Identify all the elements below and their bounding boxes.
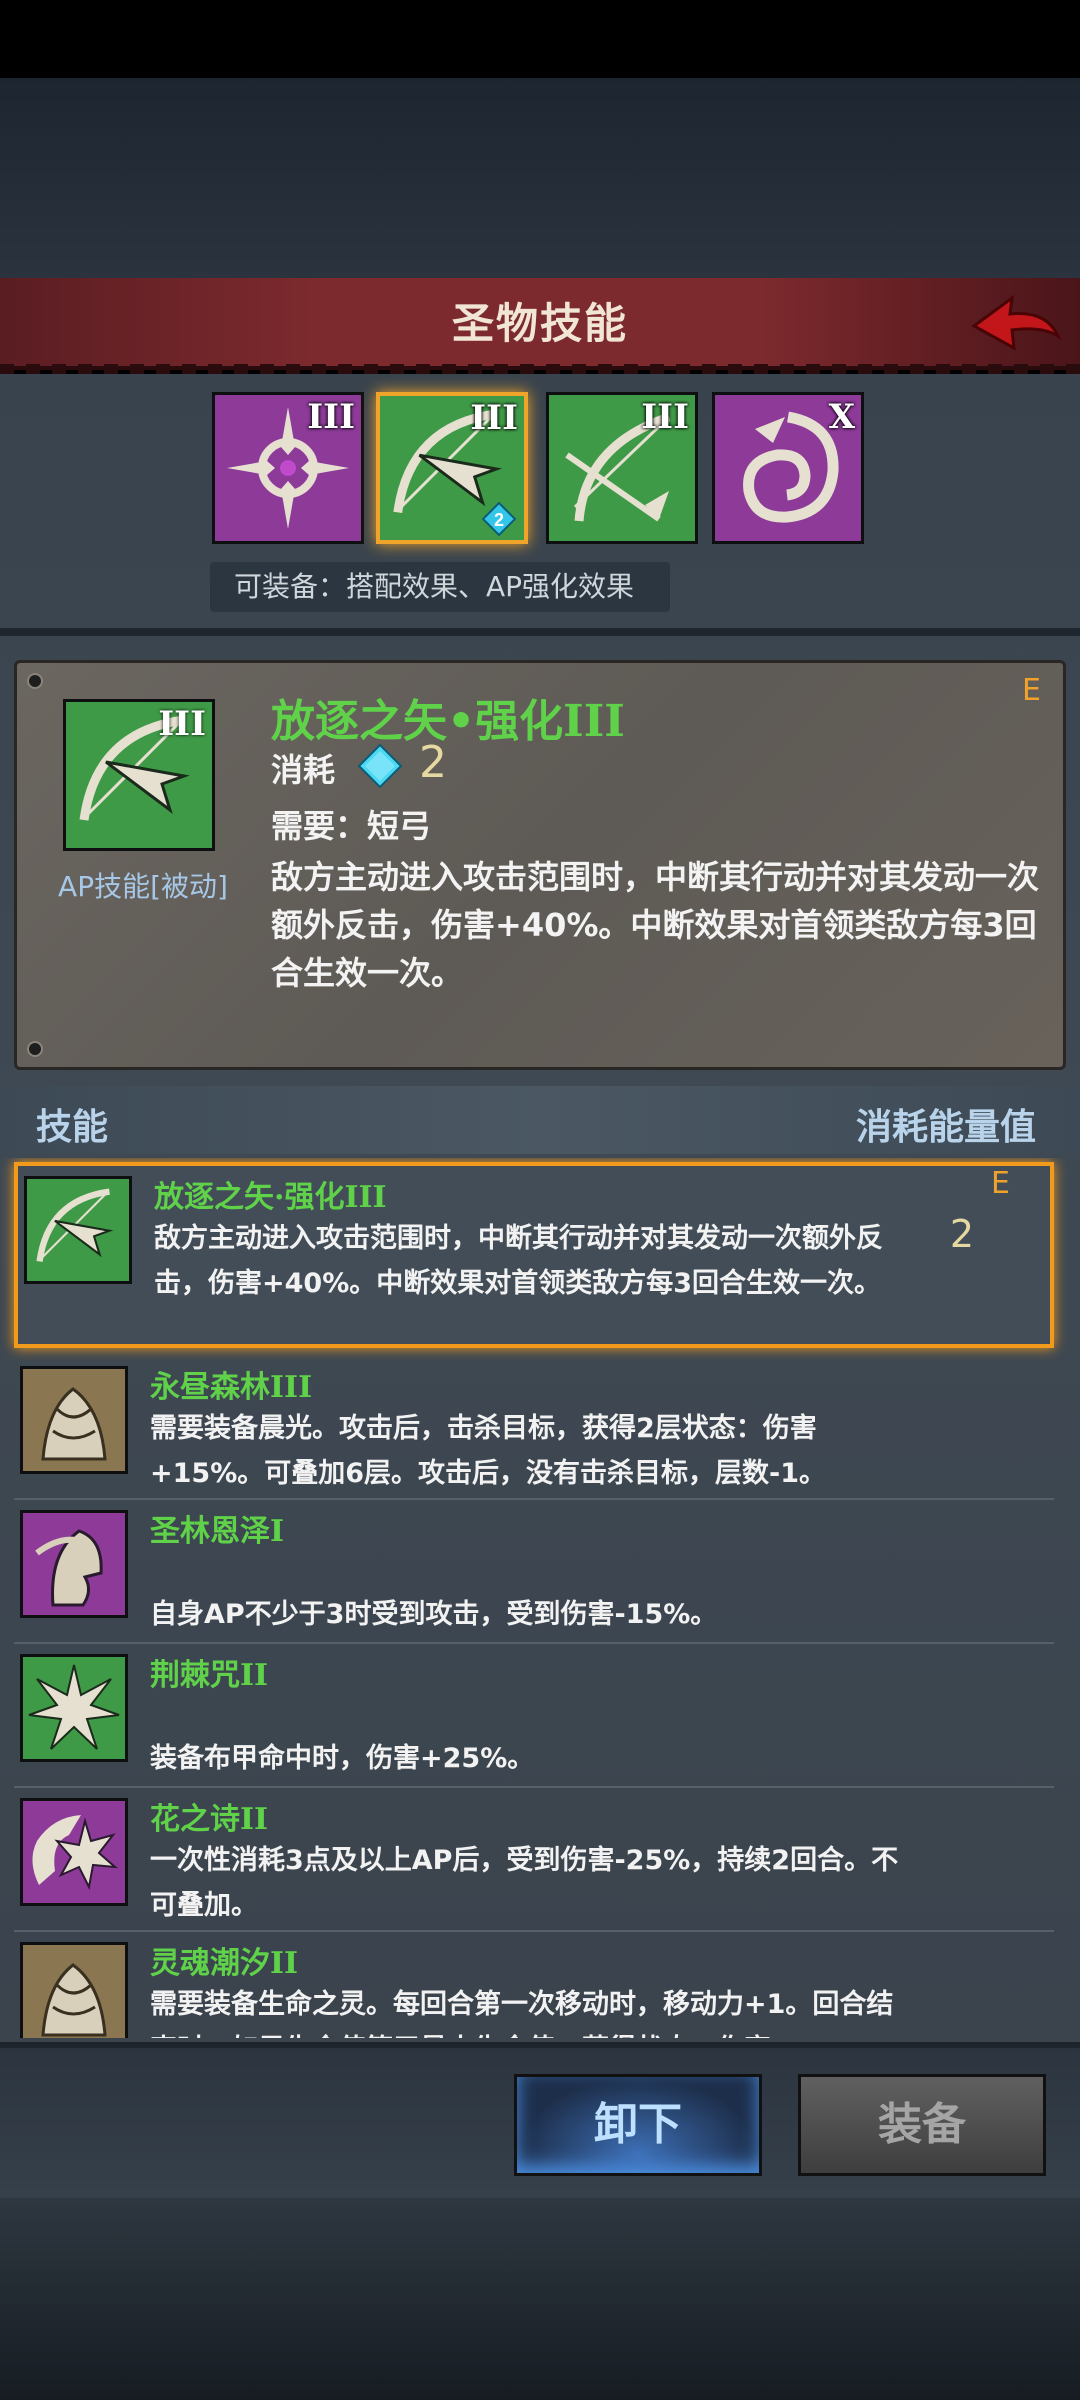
- skill-description: 敌方主动进入攻击范围时，中断其行动并对其发动一次额外反击，伤害+40%。中断效果…: [154, 1223, 883, 1299]
- skill-description: 一次性消耗3点及以上AP后，受到伤害-25%，持续2回合。不可叠加。: [150, 1845, 899, 1921]
- skill-row[interactable]: 荆棘咒II 装备布甲命中时，伤害+25%。: [14, 1644, 1054, 1788]
- skill-cost: 2: [949, 1212, 974, 1256]
- relic-slot-4[interactable]: X: [712, 392, 864, 544]
- divider: [0, 628, 1080, 636]
- detail-title: 放逐之矢•强化III: [271, 696, 625, 747]
- shield-burst-icon: [20, 1798, 128, 1906]
- relic-rank: III: [641, 397, 689, 437]
- detail-description: 敌方主动进入攻击范围时，中断其行动并对其发动一次额外反击，伤害+40%。中断效果…: [271, 858, 1040, 992]
- requirement: 需要：短弓: [271, 807, 432, 845]
- skill-title: 灵魂潮汐II: [150, 1946, 299, 1981]
- relic-rank: III: [470, 398, 518, 438]
- skill-detail-card: III AP技能[被动] 放逐之矢•强化III 消耗 2 需要：短弓 敌方主动进…: [14, 660, 1066, 1070]
- skill-title: 圣林恩泽I: [150, 1514, 285, 1549]
- cost-label: 消耗: [271, 751, 336, 789]
- detail-rank: III: [158, 704, 206, 744]
- skill-type: AP技能[被动]: [58, 870, 228, 903]
- back-button[interactable]: [966, 284, 1066, 364]
- ap-gem-icon: [357, 743, 403, 789]
- ap-gem-icon: 2: [482, 502, 516, 536]
- skill-description: 需要装备晨光。攻击后，击杀目标，获得2层状态：伤害+15%。可叠加6层。攻击后，…: [150, 1413, 827, 1489]
- skill-description: 装备布甲命中时，伤害+25%。: [150, 1743, 535, 1774]
- status-bar: [0, 0, 1080, 78]
- skill-title: 放逐之矢·强化III: [154, 1180, 387, 1215]
- spiky-burst-icon: [20, 1654, 128, 1762]
- relic-slot-1[interactable]: III: [212, 392, 364, 544]
- relic-selector: III III 2 III X: [212, 392, 872, 544]
- skill-title: 荆棘咒II: [150, 1658, 269, 1693]
- skill-row[interactable]: 花之诗II 一次性消耗3点及以上AP后，受到伤害-25%，持续2回合。不可叠加。: [14, 1788, 1054, 1932]
- grade-badge: E: [991, 1166, 1010, 1201]
- skill-row[interactable]: 灵魂潮汐II 需要装备生命之灵。每回合第一次移动时，移动力+1。回合结束时，如果…: [14, 1932, 1054, 2038]
- unequip-button[interactable]: 卸下: [514, 2074, 762, 2176]
- relic-slot-3[interactable]: III: [546, 392, 698, 544]
- skill-description: 自身AP不少于3时受到攻击，受到伤害-15%。: [150, 1599, 718, 1630]
- bottom-background: [0, 2198, 1080, 2400]
- skill-list-header: 技能 消耗能量值: [0, 1086, 1080, 1154]
- skill-list[interactable]: 放逐之矢·强化III 敌方主动进入攻击范围时，中断其行动并对其发动一次额外反击，…: [0, 1158, 1080, 2038]
- tree-armor-icon: [20, 1942, 128, 2038]
- gem-count: 2: [494, 510, 504, 530]
- back-arrow-icon: [971, 294, 1062, 351]
- cost-column-label: 消耗能量值: [855, 1107, 1036, 1148]
- grade-badge: E: [1022, 673, 1041, 708]
- detail-skill-icon: III: [63, 699, 215, 851]
- nail-decoration: [27, 1041, 43, 1057]
- skill-title: 花之诗II: [150, 1802, 269, 1837]
- skill-row[interactable]: 圣林恩泽I 自身AP不少于3时受到攻击，受到伤害-15%。: [14, 1500, 1054, 1644]
- relic-rank: III: [307, 397, 355, 437]
- page-title: 圣物技能: [451, 299, 628, 348]
- hooded-figure-icon: [20, 1510, 128, 1618]
- relic-slot-2[interactable]: III 2: [376, 392, 528, 544]
- skill-column-label: 技能: [36, 1107, 109, 1148]
- skill-row[interactable]: 放逐之矢·强化III 敌方主动进入攻击范围时，中断其行动并对其发动一次额外反击，…: [14, 1162, 1054, 1348]
- top-background: [0, 78, 1080, 278]
- equip-hint: 可装备：搭配效果、AP强化效果: [210, 562, 670, 612]
- skill-row[interactable]: 永昼森林III 需要装备晨光。攻击后，击杀目标，获得2层状态：伤害+15%。可叠…: [14, 1356, 1054, 1500]
- equip-button[interactable]: 装备: [798, 2074, 1046, 2176]
- relic-rank: X: [828, 397, 855, 437]
- header-banner: 圣物技能: [0, 278, 1080, 376]
- skill-description: 需要装备生命之灵。每回合第一次移动时，移动力+1。回合结束时，如果生命值等于最大…: [150, 1989, 894, 2038]
- skill-title: 永昼森林III: [150, 1370, 313, 1405]
- tree-armor-icon: [20, 1366, 128, 1474]
- nail-decoration: [27, 673, 43, 689]
- cost-value: 2: [419, 737, 447, 788]
- bow-arrow-icon: [24, 1176, 132, 1284]
